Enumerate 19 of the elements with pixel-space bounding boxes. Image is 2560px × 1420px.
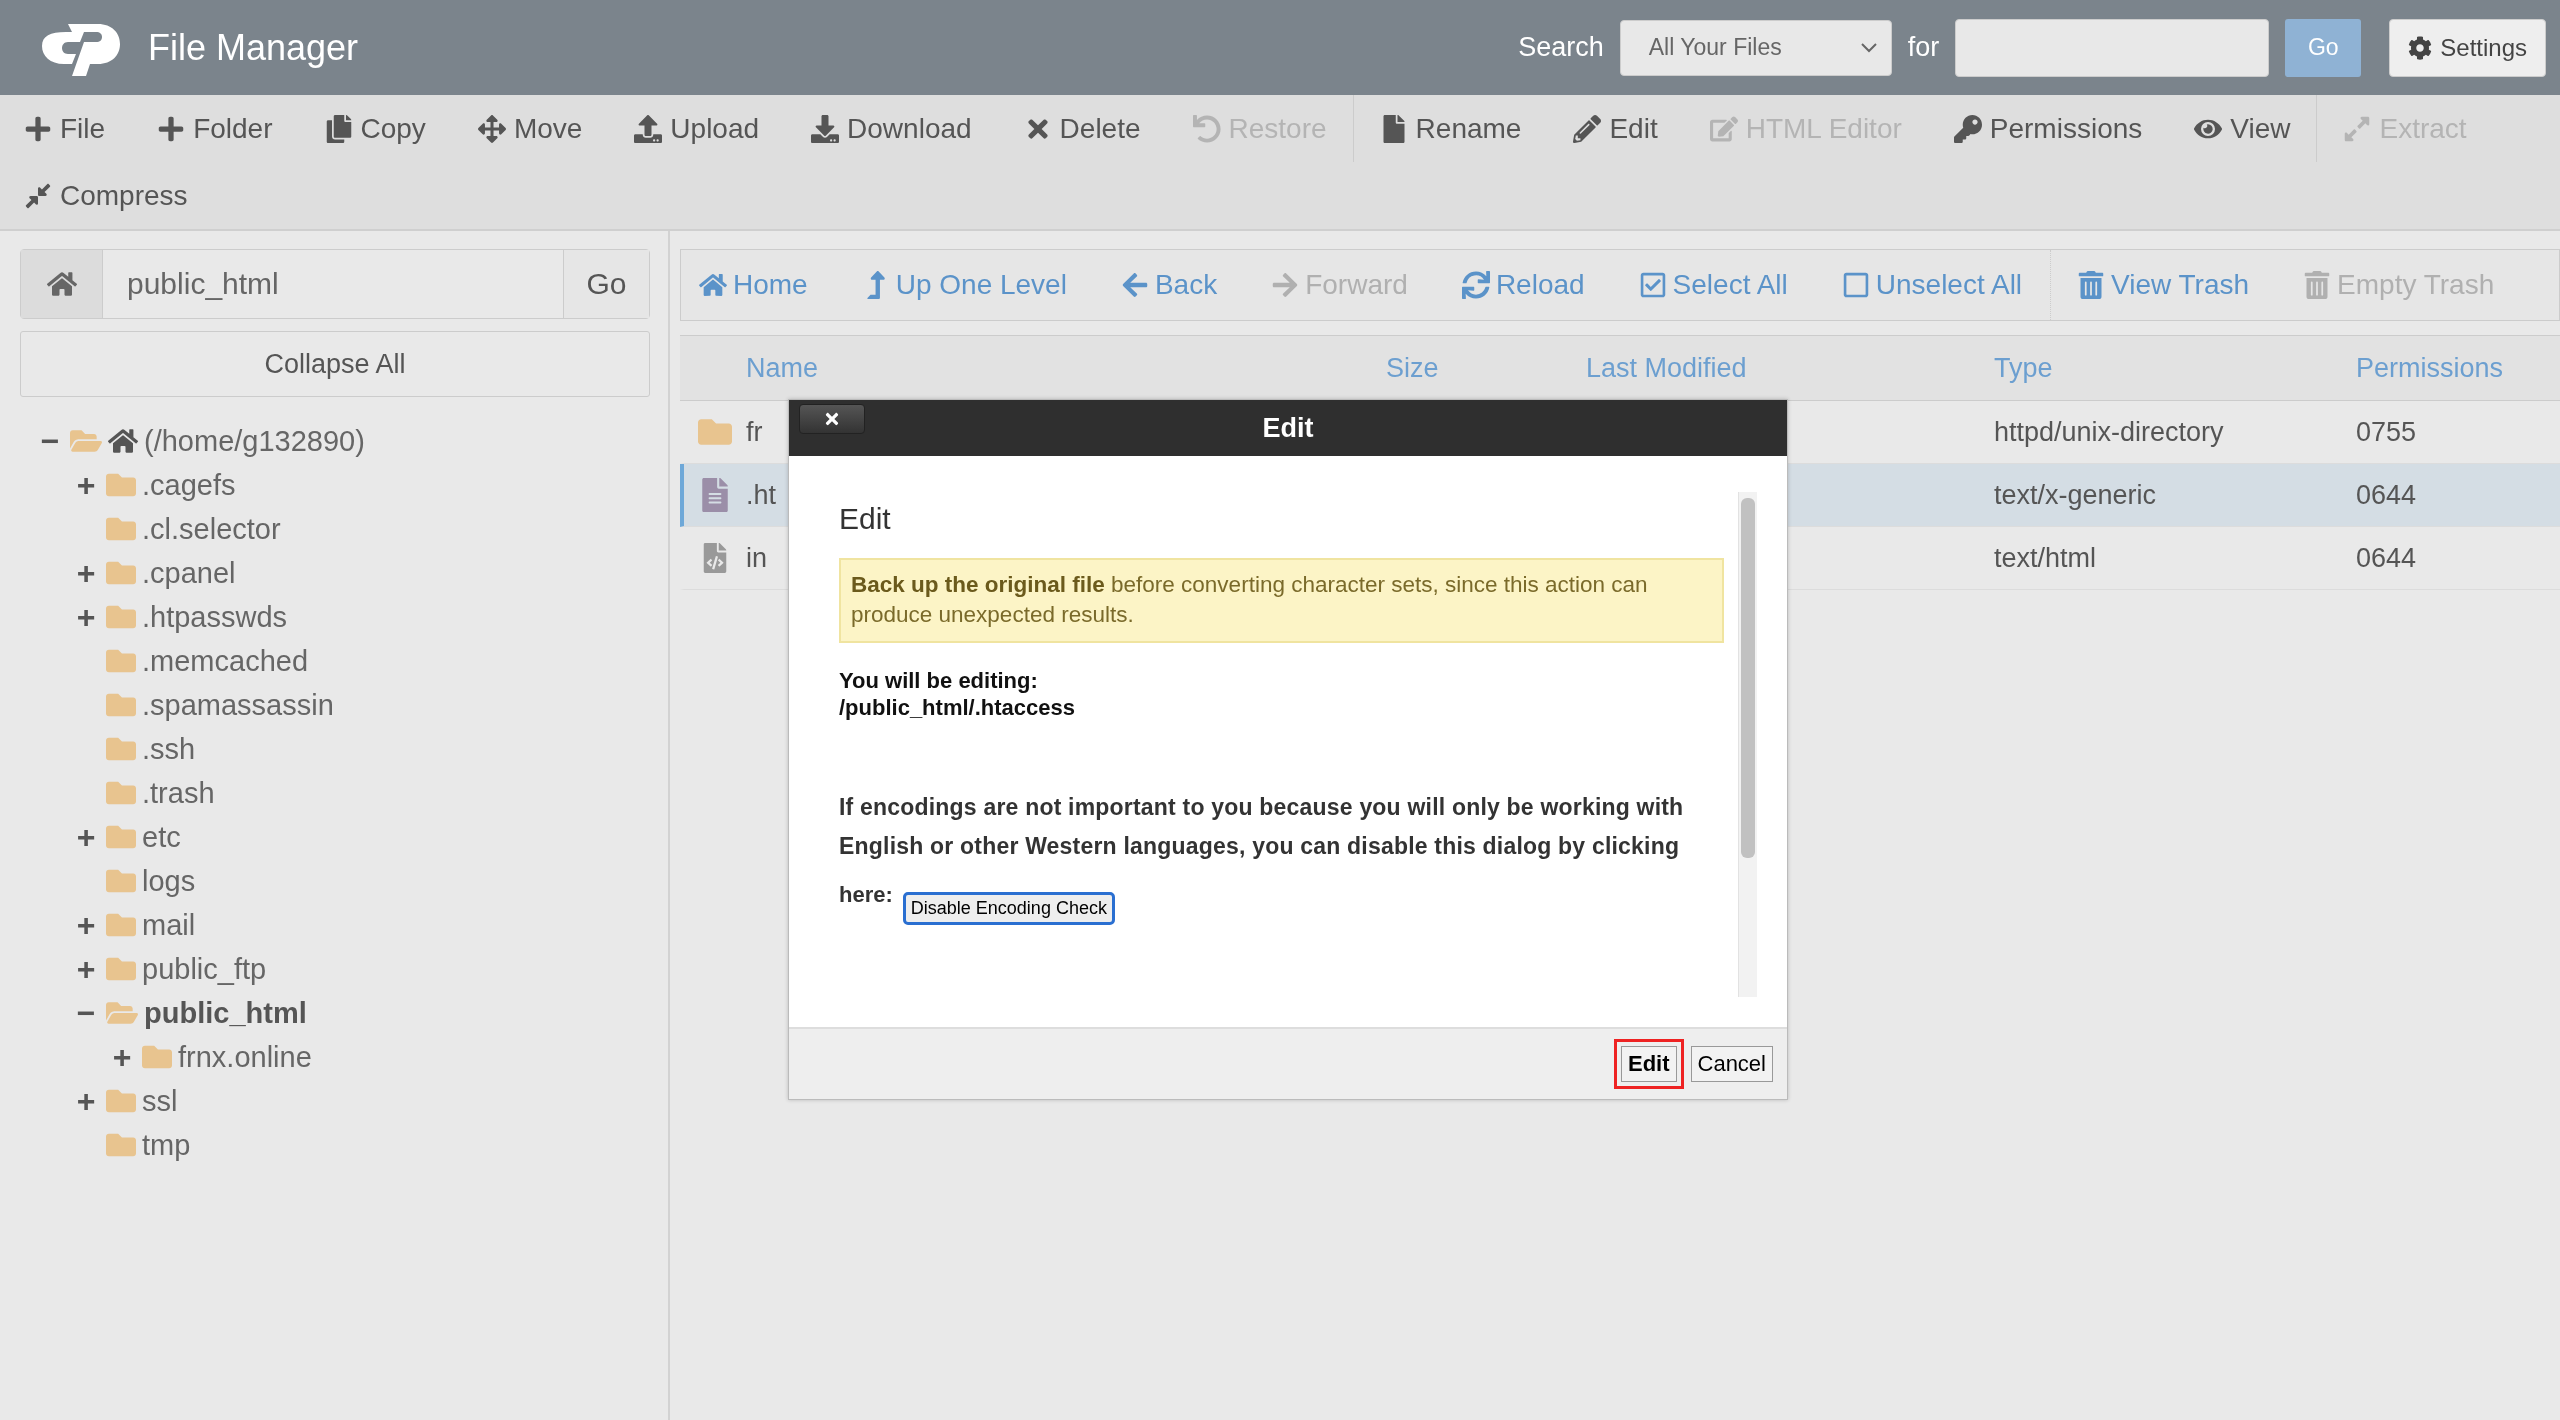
dialog-title: Edit [1262, 412, 1314, 444]
dialog-heading: Edit [839, 502, 892, 536]
file-type: httpd/unix-directory [1994, 416, 2224, 448]
here-label: here: [839, 881, 893, 908]
app-title: File Manager [148, 26, 359, 69]
warning-message: Back up the original file before converting character sets, since this action can produce unexpected results. [839, 558, 1724, 643]
file-name: .ht [746, 479, 777, 511]
file-name: in [746, 542, 767, 574]
editing-label: You will be editing: [839, 666, 1039, 695]
search-label: Search [1518, 32, 1604, 63]
file-permissions: 0644 [2356, 542, 2417, 574]
file-permissions: 0644 [2356, 479, 2417, 511]
encoding-notice: If encodings are not important to you because you will only be working with English or other Western languages, you can disable this dialog by clicking [839, 792, 1685, 861]
file-type: text/html [1994, 542, 2097, 574]
editing-path: /public_html/.htaccess [839, 694, 1076, 722]
file-type: text/x-generic [1994, 479, 2157, 511]
file-permissions: 0755 [2356, 416, 2417, 448]
file-name: fr [746, 416, 763, 448]
for-label: for [1907, 32, 1940, 63]
